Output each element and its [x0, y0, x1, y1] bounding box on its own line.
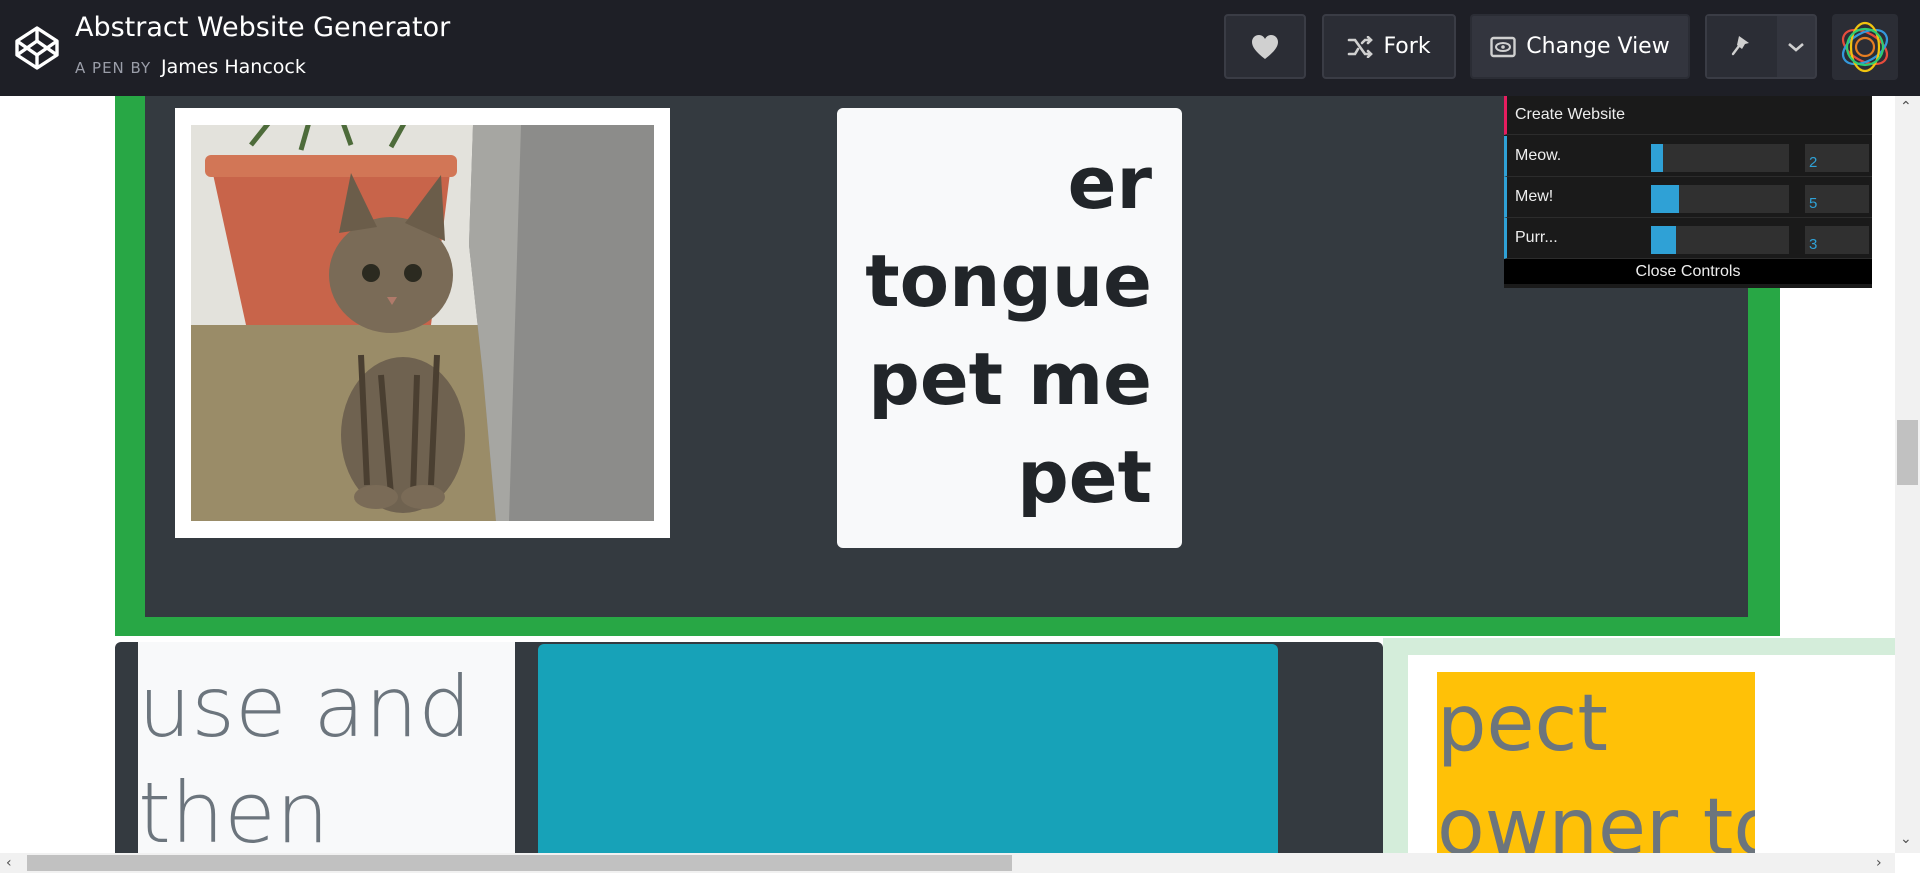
mew-value-input[interactable]: 5 — [1805, 185, 1869, 213]
codepen-logo-icon[interactable] — [14, 25, 60, 71]
scroll-down-arrow-icon[interactable]: ⌄ — [1900, 832, 1912, 846]
mew-label: Mew! — [1515, 188, 1554, 205]
horizontal-scroll-thumb[interactable] — [27, 855, 1012, 871]
fork-button[interactable]: Fork — [1322, 14, 1456, 79]
more-options-button[interactable] — [1777, 16, 1815, 77]
text-card-line: tongue — [865, 239, 1152, 323]
purr-control-row: Purr... 3 — [1504, 218, 1872, 259]
top-bar: Abstract Website Generator A PEN BY Jame… — [0, 0, 1920, 96]
pen-title: Abstract Website Generator — [75, 12, 451, 43]
kitten-photo — [191, 125, 654, 521]
eye-icon — [1490, 36, 1516, 57]
text-card-line: er — [1067, 141, 1152, 225]
mew-slider-fill — [1651, 185, 1679, 213]
heart-icon — [1252, 34, 1278, 59]
scroll-right-arrow-icon[interactable]: › — [1876, 856, 1882, 870]
text-card-line: pet — [1017, 435, 1152, 519]
light-card-line: then — [138, 764, 330, 857]
fork-label: Fork — [1383, 34, 1431, 59]
kitten-photo-frame — [175, 108, 670, 538]
text-card: er tongue pet me pet — [837, 108, 1182, 548]
author-link[interactable]: James Hancock — [161, 56, 306, 78]
meow-value-input[interactable]: 2 — [1805, 144, 1869, 172]
purr-label: Purr... — [1515, 229, 1558, 246]
pin-button[interactable] — [1707, 16, 1777, 77]
controls-panel: Create Website Meow. 2 Mew! 5 Purr... 3 … — [1504, 96, 1872, 288]
light-text-card: use and then — [138, 642, 515, 857]
light-card-line: use and — [138, 658, 472, 756]
yellow-text-card: pect owner to — [1437, 672, 1755, 857]
pin-button-group — [1705, 14, 1817, 79]
meow-slider[interactable] — [1651, 144, 1789, 172]
user-avatar[interactable] — [1832, 14, 1898, 80]
meow-slider-fill — [1651, 144, 1664, 172]
fork-icon — [1348, 35, 1374, 58]
mew-control-row: Mew! 5 — [1504, 177, 1872, 218]
scroll-left-arrow-icon[interactable]: ‹ — [6, 856, 12, 870]
purr-slider-fill — [1651, 226, 1676, 254]
text-card-line: pet me — [868, 337, 1152, 421]
create-website-label: Create Website — [1515, 106, 1625, 123]
heart-button[interactable] — [1224, 14, 1306, 79]
meow-control-row: Meow. 2 — [1504, 136, 1872, 177]
vertical-scroll-thumb[interactable] — [1897, 420, 1918, 485]
yellow-card-line: pect — [1437, 679, 1608, 769]
meow-label: Meow. — [1515, 147, 1562, 164]
change-view-label: Change View — [1526, 34, 1670, 59]
scroll-up-arrow-icon[interactable]: ⌃ — [1900, 100, 1912, 114]
change-view-button[interactable]: Change View — [1470, 14, 1690, 79]
pin-icon — [1731, 35, 1749, 55]
mew-slider[interactable] — [1651, 185, 1789, 213]
pen-by-label: A PEN BY — [75, 59, 152, 77]
yellow-card-line: owner to — [1437, 783, 1755, 857]
teal-block — [538, 644, 1278, 857]
chevron-down-icon — [1788, 42, 1804, 52]
close-controls-button[interactable]: Close Controls — [1504, 259, 1872, 284]
purr-slider[interactable] — [1651, 226, 1789, 254]
pen-byline: A PEN BY James Hancock — [75, 56, 306, 78]
create-website-button[interactable]: Create Website — [1504, 96, 1872, 135]
purr-value-input[interactable]: 3 — [1805, 226, 1869, 254]
